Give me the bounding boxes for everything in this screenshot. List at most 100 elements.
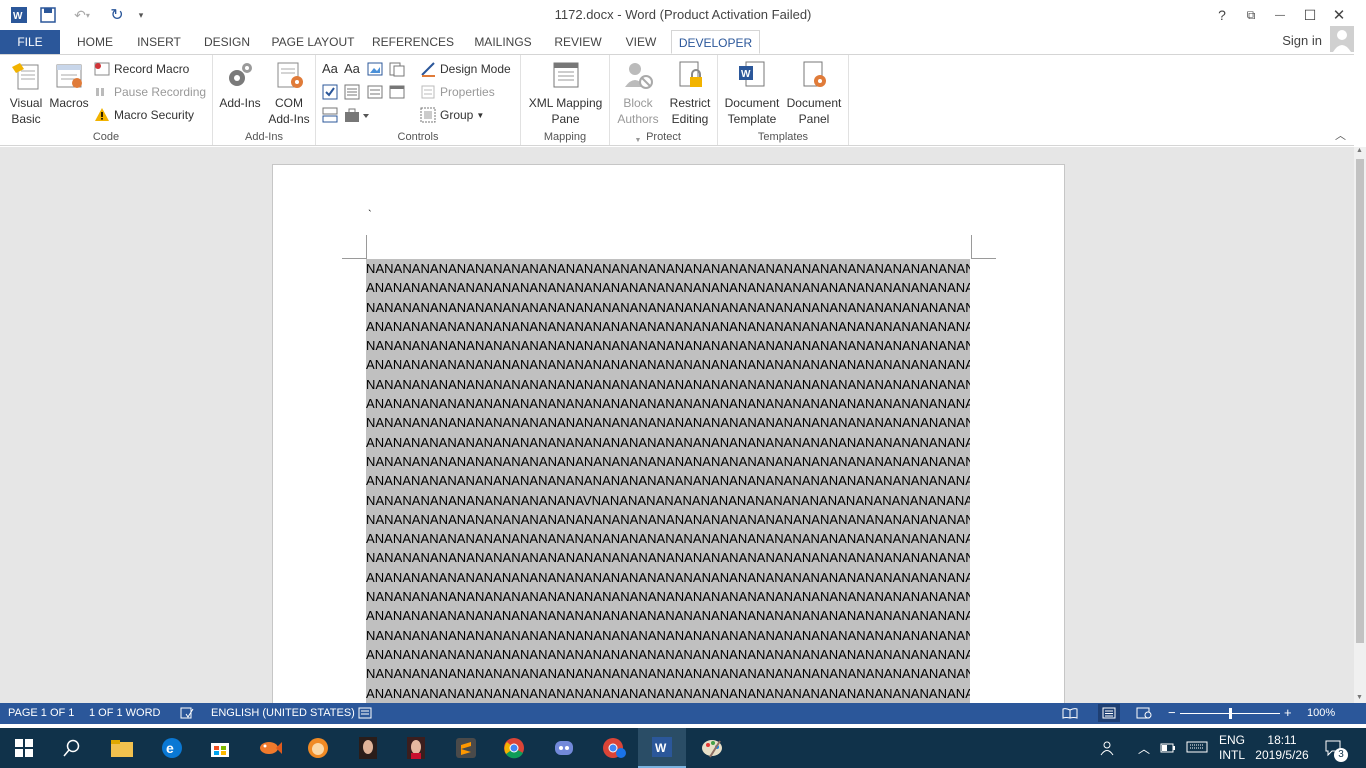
- document-line[interactable]: ANANANANANANANANANANANANANANANANANANANAN…: [366, 606, 970, 626]
- discord-icon[interactable]: [540, 728, 588, 768]
- plain-text-control-icon[interactable]: Aa: [344, 61, 360, 77]
- tab-page-layout[interactable]: PAGE LAYOUT: [268, 30, 358, 54]
- zoom-slider[interactable]: [1180, 708, 1280, 719]
- sign-in-link[interactable]: Sign in: [1282, 33, 1322, 48]
- macros-button[interactable]: Macros: [48, 59, 90, 111]
- sublime-text-icon[interactable]: [442, 728, 490, 768]
- document-line[interactable]: NANANANANANANANANANANANANANANANANANANANA…: [366, 374, 970, 395]
- page-count[interactable]: PAGE 1 OF 1: [8, 707, 74, 719]
- document-line[interactable]: ANANANANANANANANANANANANANANANANANANANAN…: [366, 567, 970, 588]
- tab-references[interactable]: REFERENCES: [370, 30, 456, 54]
- date-picker-icon[interactable]: [389, 84, 405, 100]
- document-line[interactable]: ANANANANANANANANANANANANANANANANANANANAN…: [366, 316, 970, 337]
- record-macro-button[interactable]: Record Macro: [94, 59, 189, 79]
- chrome-icon[interactable]: [490, 728, 538, 768]
- document-line[interactable]: NANANANANANANANANANANANANANANANANANANANA…: [366, 664, 970, 684]
- battery-icon[interactable]: [1160, 742, 1176, 756]
- document-line[interactable]: NANANANANANANANANANANANANANANANANANANANA…: [366, 297, 970, 317]
- combo-box-icon[interactable]: [344, 84, 360, 100]
- tab-home[interactable]: HOME: [68, 30, 122, 54]
- keyboard-icon[interactable]: [1186, 741, 1208, 756]
- proofing-icon[interactable]: [180, 707, 194, 722]
- document-line[interactable]: NANANANANANANANANANANANANANANANANANANANA…: [366, 509, 970, 530]
- tab-mailings[interactable]: MAILINGS: [467, 30, 539, 54]
- tab-view[interactable]: VIEW: [617, 30, 665, 54]
- tab-file[interactable]: FILE: [0, 30, 60, 54]
- close-button[interactable]: ✕: [1324, 4, 1354, 26]
- document-line[interactable]: ANANANANANANANANANANANANANANANANANANANAN…: [366, 394, 970, 414]
- chrome-profile-icon[interactable]: [590, 728, 638, 768]
- people-icon[interactable]: [1100, 740, 1116, 759]
- document-line[interactable]: NANANANANANANANANANANANAVNANANANANANANAN…: [366, 490, 970, 510]
- document-line[interactable]: NANANANANANANANANANANANANANANANANANANANA…: [366, 336, 970, 356]
- monkey-app-icon[interactable]: [294, 728, 342, 768]
- restrict-editing-button[interactable]: Restrict Editing: [666, 59, 714, 127]
- clock[interactable]: 18:11 2019/5/26: [1254, 733, 1310, 763]
- document-line[interactable]: ANANANANANANANANANANANANANANANANANANANAN…: [366, 529, 970, 549]
- scroll-up-icon[interactable]: ▲: [1356, 147, 1363, 154]
- maximize-button[interactable]: ☐: [1295, 4, 1325, 26]
- zoom-slider-thumb[interactable]: [1228, 708, 1232, 719]
- visual-basic-button[interactable]: Visual Basic: [4, 59, 48, 127]
- vertical-scrollbar[interactable]: ▲ ▼: [1354, 147, 1366, 703]
- document-line[interactable]: NANANANANANANANANANANANANANANANANANANANA…: [366, 259, 970, 279]
- tab-design[interactable]: DESIGN: [197, 30, 257, 54]
- repeating-section-icon[interactable]: [322, 107, 338, 123]
- xml-mapping-pane-button[interactable]: XML Mapping Pane: [523, 59, 608, 127]
- minimize-button[interactable]: —: [1265, 4, 1295, 26]
- scroll-thumb[interactable]: [1356, 159, 1364, 643]
- search-icon[interactable]: [48, 728, 96, 768]
- tab-review[interactable]: REVIEW: [549, 30, 607, 54]
- portrait-app-icon[interactable]: [344, 728, 392, 768]
- document-panel-button[interactable]: Document Panel: [784, 59, 844, 127]
- ribbon-display-button[interactable]: ⧉: [1236, 4, 1266, 26]
- collapse-ribbon-icon[interactable]: ︿: [1335, 127, 1346, 143]
- web-layout-icon[interactable]: [1136, 707, 1152, 722]
- checkbox-control-icon[interactable]: [322, 84, 338, 100]
- word-taskbar-icon[interactable]: W: [638, 728, 686, 768]
- word-count[interactable]: 1 OF 1 WORD: [89, 707, 161, 719]
- group-button[interactable]: Group ▼: [420, 105, 484, 125]
- building-block-icon[interactable]: [389, 61, 405, 77]
- document-line[interactable]: NANANANANANANANANANANANANANANANANANANANA…: [366, 587, 970, 607]
- zoom-level[interactable]: 100%: [1307, 707, 1335, 719]
- document-line[interactable]: ANANANANANANANANANANANANANANANANANANANAN…: [366, 355, 970, 375]
- document-template-button[interactable]: W Document Template: [720, 59, 784, 127]
- show-hidden-icons[interactable]: ︿: [1138, 740, 1150, 757]
- document-line[interactable]: NANANANANANANANANANANANANANANANANANANANA…: [366, 451, 970, 472]
- tab-developer[interactable]: DEVELOPER: [671, 30, 760, 54]
- portrait-app-2-icon[interactable]: [392, 728, 440, 768]
- dropdown-list-icon[interactable]: [367, 84, 383, 100]
- windows-start-icon[interactable]: [0, 728, 48, 768]
- scroll-down-icon[interactable]: ▼: [1356, 694, 1363, 701]
- tab-insert[interactable]: INSERT: [131, 30, 187, 54]
- zoom-out-button[interactable]: −: [1168, 705, 1176, 720]
- store-icon[interactable]: [196, 728, 244, 768]
- print-layout-icon[interactable]: [1098, 704, 1120, 722]
- pause-recording-button[interactable]: Pause Recording: [94, 82, 206, 102]
- document-line[interactable]: NANANANANANANANANANANANANANANANANANANANA…: [366, 625, 970, 645]
- avatar[interactable]: [1330, 26, 1354, 52]
- zoom-in-button[interactable]: +: [1284, 705, 1292, 720]
- properties-button[interactable]: Properties: [420, 82, 495, 102]
- edge-browser-icon[interactable]: e: [148, 728, 196, 768]
- rich-text-control-icon[interactable]: Aa: [322, 61, 338, 77]
- document-line[interactable]: NANANANANANANANANANANANANANANANANANANANA…: [366, 548, 970, 568]
- com-addins-button[interactable]: COM Add-Ins: [265, 59, 313, 127]
- legacy-tools-icon[interactable]: [344, 107, 370, 123]
- read-mode-icon[interactable]: [1062, 707, 1078, 722]
- document-line[interactable]: NANANANANANANANANANANANANANANANANANANANA…: [366, 413, 970, 433]
- document-line[interactable]: ANANANANANANANANANANANANANANANANANANANAN…: [366, 278, 970, 298]
- file-explorer-icon[interactable]: [98, 728, 146, 768]
- document-line[interactable]: ANANANANANANANANANANANANANANANANANANANAN…: [366, 432, 970, 452]
- macro-recording-icon[interactable]: [358, 707, 372, 722]
- help-button[interactable]: ?: [1207, 4, 1237, 26]
- design-mode-button[interactable]: Design Mode: [420, 59, 511, 79]
- language-indicator[interactable]: ENGLISH (UNITED STATES): [211, 707, 355, 719]
- fish-app-icon[interactable]: [246, 728, 294, 768]
- language-switcher[interactable]: ENG INTL: [1219, 733, 1245, 763]
- document-line[interactable]: ANANANANANANANANANANANANANANANANANANANAN…: [366, 683, 970, 703]
- document-page[interactable]: ` NANANANANANANANANANANANANANANANANANANA…: [272, 164, 1065, 703]
- document-line[interactable]: ANANANANANANANANANANANANANANANANANANANAN…: [366, 644, 970, 665]
- paint-icon[interactable]: [688, 728, 736, 768]
